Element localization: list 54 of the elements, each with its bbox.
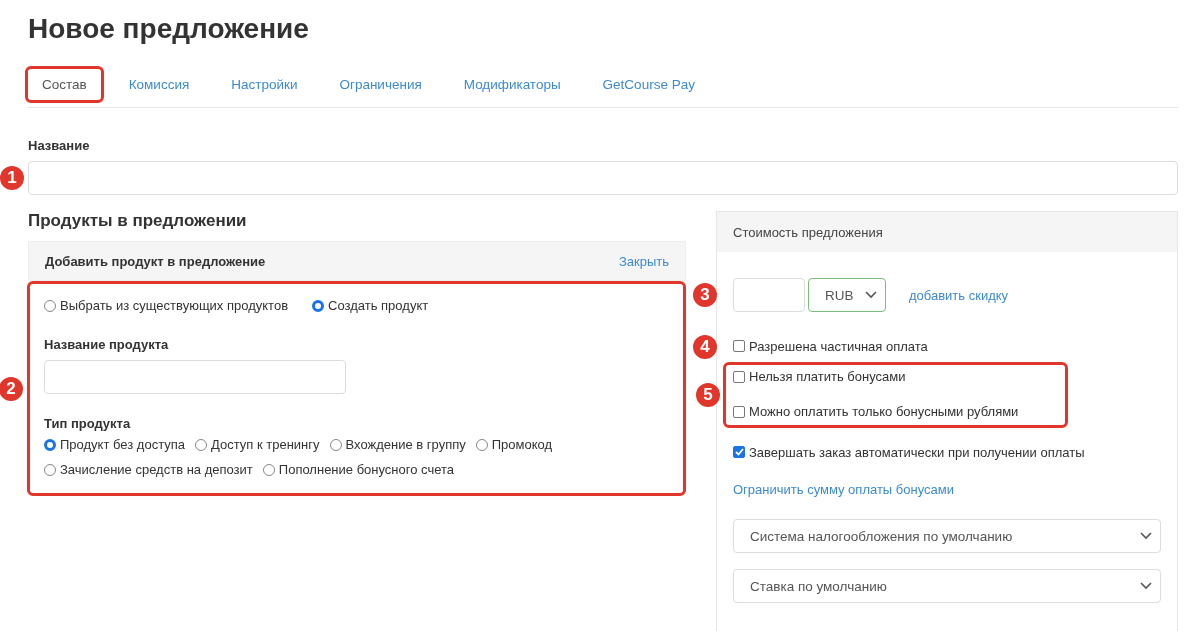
radio-label: Зачисление средств на депозит <box>60 462 253 477</box>
field-label: Название <box>28 138 91 153</box>
limit-bonus-link[interactable]: Ограничить сумму оплаты бонусами <box>733 482 1161 497</box>
tab[interactable]: Настройки <box>214 66 315 103</box>
panel-title: Стоимость предложения <box>717 212 1177 252</box>
tab[interactable]: Комиссия <box>111 66 207 103</box>
radio-button[interactable] <box>329 438 342 451</box>
checkbox[interactable] <box>733 446 745 458</box>
close-link[interactable]: Закрыть <box>618 253 669 269</box>
chevron-down-icon <box>1140 582 1152 590</box>
chevron-down-icon <box>865 291 877 299</box>
radio-button[interactable] <box>44 299 56 312</box>
radio-label: Выбрать из существующих продуктов <box>60 298 289 313</box>
input-field[interactable] <box>44 360 346 394</box>
radio-label: Вхождение в группу <box>345 437 466 452</box>
page-title: Новое предложение <box>28 12 310 46</box>
marker-badge: 3 <box>693 283 717 307</box>
radio-button[interactable] <box>195 438 207 451</box>
marker-badge: 1 <box>0 166 24 190</box>
tab[interactable]: Ограничения <box>322 66 439 103</box>
checkbox-label: Нельзя платить бонусами <box>749 369 906 384</box>
tab[interactable]: Состав <box>25 66 104 103</box>
select-field[interactable]: Ставка по умолчанию <box>733 569 1161 603</box>
radio-label: Промокод <box>491 437 553 452</box>
marker-badge: 2 <box>0 376 23 401</box>
checkbox[interactable] <box>733 370 745 383</box>
currency-select[interactable]: RUB <box>808 278 886 312</box>
radio-button[interactable] <box>475 438 488 451</box>
field-label: Название продукта <box>44 337 170 352</box>
marker-badge: 5 <box>696 383 720 407</box>
panel-title: Добавить продукт в предложение <box>45 253 266 269</box>
field-label: Тип продукта <box>44 416 132 431</box>
radio-button[interactable] <box>262 463 275 476</box>
checkbox[interactable] <box>733 340 745 352</box>
tab[interactable]: GetCourse Pay <box>585 66 712 103</box>
marker-badge: 4 <box>693 335 717 359</box>
radio-button[interactable] <box>312 299 325 312</box>
radio-label: Пополнение бонусного счета <box>278 462 455 477</box>
tab[interactable]: Модификаторы <box>446 66 578 103</box>
checkbox-label: Завершать заказ автоматически при получении оплаты <box>749 444 1085 460</box>
radio-label: Продукт без доступа <box>60 437 185 452</box>
select-field[interactable]: Система налогообложения по умолчанию <box>733 519 1161 553</box>
input-field[interactable] <box>28 161 1178 195</box>
checkbox-label: Разрешена частичная оплата <box>749 338 928 354</box>
price-input[interactable] <box>733 278 805 312</box>
radio-label: Доступ к тренингу <box>211 437 320 452</box>
radio-button[interactable] <box>44 438 56 451</box>
checkbox[interactable] <box>733 405 745 418</box>
radio-button[interactable] <box>44 463 56 476</box>
add-discount-link[interactable]: добавить скидку <box>909 287 1009 303</box>
section-heading: Продукты в предложении <box>28 211 248 231</box>
checkbox-label: Можно оплатить только бонусными рублями <box>749 404 1019 419</box>
chevron-down-icon <box>1140 532 1152 540</box>
radio-label: Создать продукт <box>328 298 429 313</box>
